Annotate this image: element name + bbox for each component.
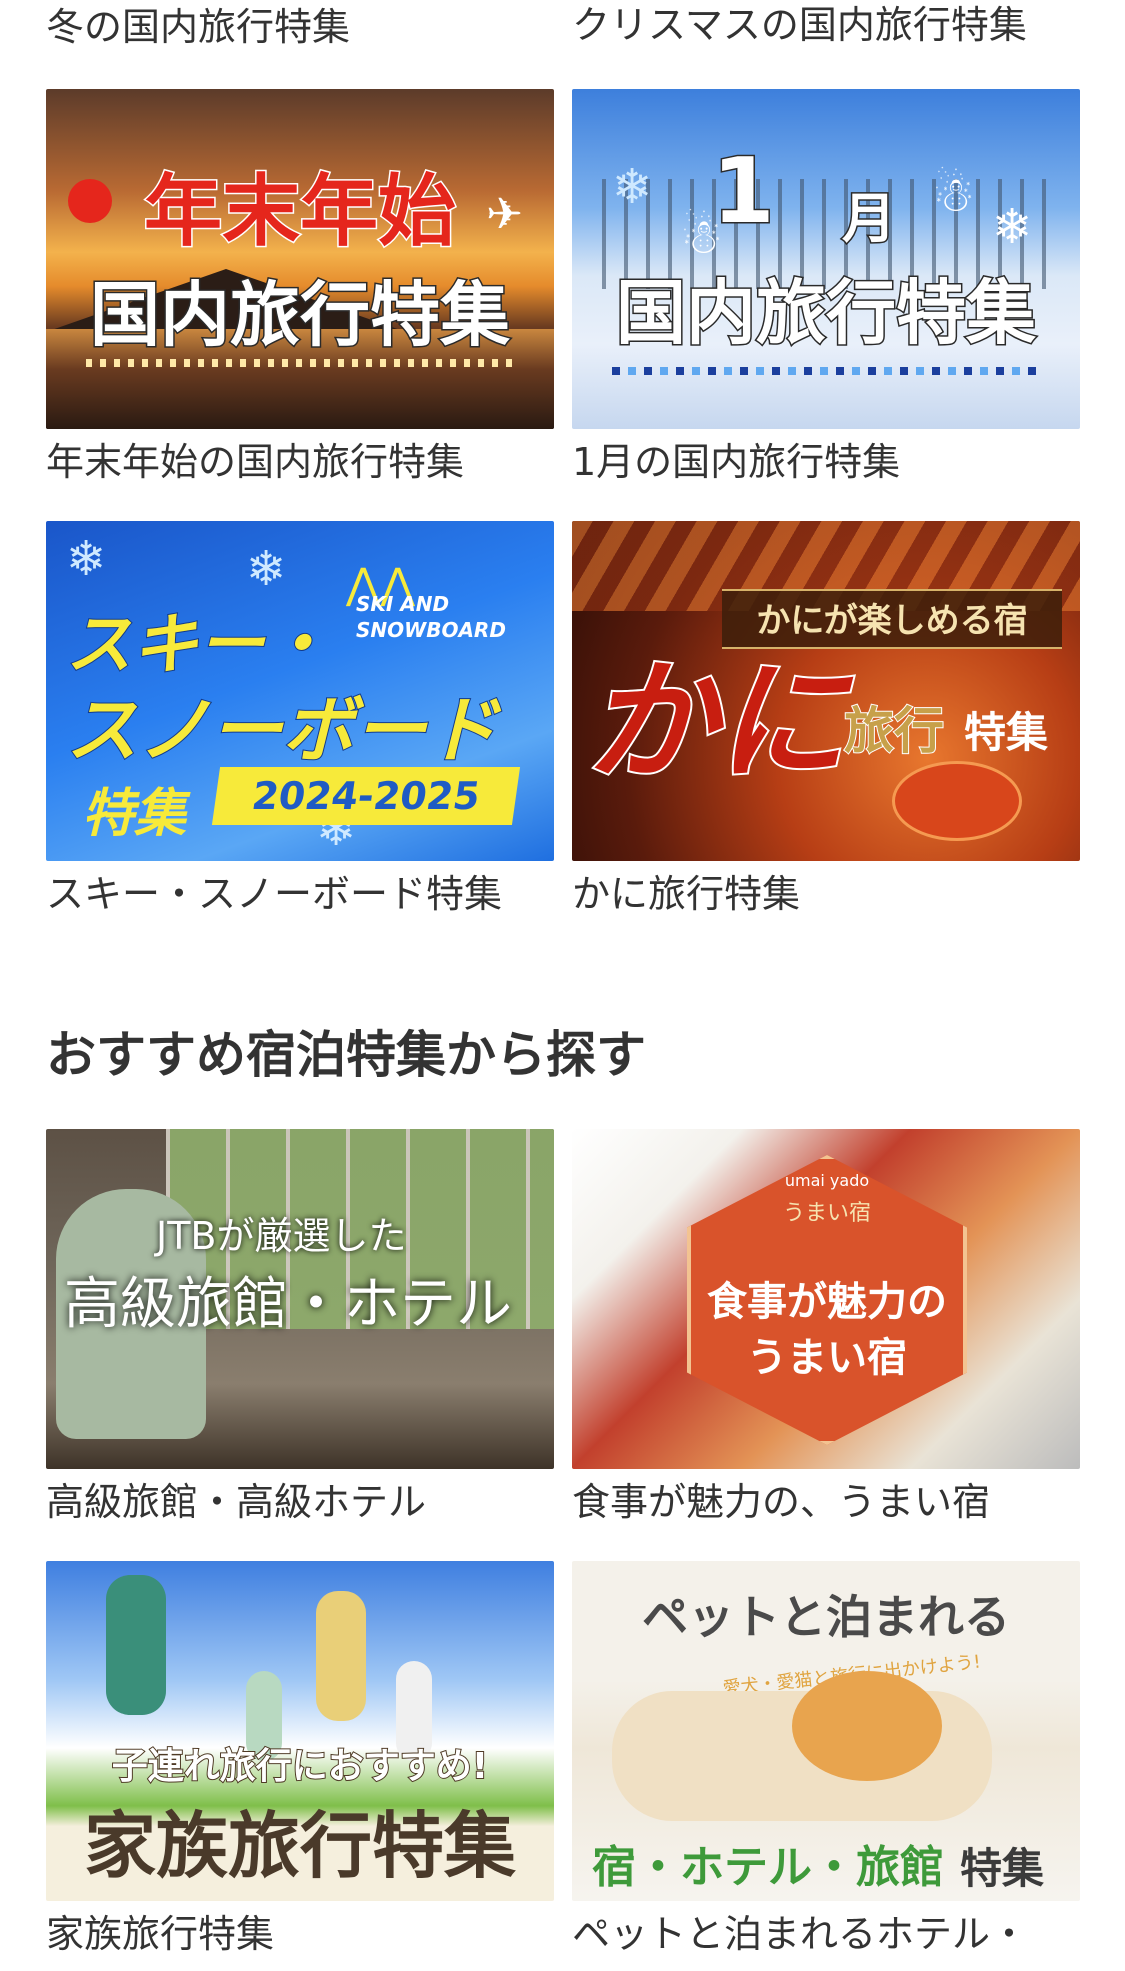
season-badge: 2024-2025 (211, 767, 521, 825)
banner-title-line1: 子連れ旅行におすすめ! (111, 1745, 489, 1788)
banner-title-line2: スノーボード (65, 687, 499, 773)
banner-january[interactable]: 1 月 国内旅行特集 ❄ ❄ ☃ ☃ (572, 89, 1080, 429)
plum-flower-icon (68, 179, 112, 223)
card-caption[interactable]: スキー・スノーボード特集 (46, 869, 502, 919)
banner-family-travel[interactable]: 子連れ旅行におすすめ! 家族旅行特集 (46, 1561, 554, 1901)
caption-winter-travel[interactable]: 冬の国内旅行特集 (46, 4, 350, 50)
banner-title-line1: 食事が魅力の (707, 1278, 947, 1325)
banner-luxury-ryokan[interactable]: JTBが厳選した 高級旅館・ホテル (46, 1129, 554, 1469)
banner-title-line2: 国内旅行特集 (89, 273, 512, 358)
card-caption[interactable]: ペットと泊まれるホテル・ (572, 1909, 1028, 1959)
banner-title-line2: 家族旅行特集 (83, 1804, 516, 1888)
card-family-travel[interactable]: 子連れ旅行におすすめ! 家族旅行特集 家族旅行特集 (46, 1561, 554, 1956)
banner-title-line2: 高級旅館・ホテル (64, 1272, 512, 1337)
banner-title-month-unit: 月 (841, 186, 898, 252)
banner-subtitle-suffix: 特集 (964, 708, 1049, 757)
card-new-year[interactable]: 年末年始 国内旅行特集 ✈ 年末年始の国内旅行特集 (46, 89, 554, 484)
card-january[interactable]: 1 月 国内旅行特集 ❄ ❄ ☃ ☃ 1月の国内旅行特集 (572, 89, 1080, 484)
banner-title-line2: 宿・ホテル・旅館 (592, 1842, 944, 1893)
snowman-icon: ☃ (680, 209, 724, 265)
banner-crab-travel[interactable]: かにが楽しめる宿 かに 旅行 特集 (572, 521, 1080, 861)
crab-icon (892, 761, 1022, 841)
banner-title-line2: うまい宿 (747, 1334, 907, 1381)
person-jumping (316, 1591, 366, 1721)
section-title: おすすめ宿泊特集から探す (46, 1026, 646, 1084)
caption-christmas-travel[interactable]: クリスマスの国内旅行特集 (572, 2, 1027, 48)
banner-pet-friendly[interactable]: ペットと泊まれる 愛犬・愛猫と旅行に出かけよう! 宿・ホテル・旅館 特集 (572, 1561, 1080, 1901)
snowflake-icon: ❄ (612, 159, 653, 215)
banner-subtitle: 旅行 (843, 701, 945, 761)
snowflake-icon: ❄ (992, 199, 1033, 255)
banner-title-line3: 特集 (82, 784, 187, 844)
card-caption[interactable]: 家族旅行特集 (46, 1909, 274, 1959)
banner-title-line1: 年末年始 (142, 166, 457, 259)
snowman-icon: ☃ (932, 167, 976, 223)
banner-title-line3: 特集 (960, 1844, 1045, 1893)
dotted-divider (86, 359, 514, 367)
banner-umai-yado[interactable]: umai yado うまい宿 食事が魅力の うまい宿 (572, 1129, 1080, 1469)
card-caption[interactable]: 食事が魅力の、うまい宿 (572, 1477, 990, 1527)
banner-english-title: SKI AND SNOWBOARD (356, 592, 506, 642)
crane-icon: ✈ (486, 189, 523, 240)
card-caption[interactable]: 高級旅館・高級ホテル (46, 1477, 426, 1527)
umai-yado-logo: うまい宿 (782, 1201, 871, 1226)
banner-title-line1: JTBが厳選した (156, 1214, 407, 1258)
banner-big-title: かに (584, 644, 848, 800)
card-ski-snowboard[interactable]: ❄ ❄ ❄ ❄ ⋀⋀ SKI AND SNOWBOARD スキー・ スノーボード… (46, 521, 554, 916)
banner-new-year[interactable]: 年末年始 国内旅行特集 ✈ (46, 89, 554, 429)
card-caption[interactable]: かに旅行特集 (572, 869, 800, 919)
card-umai-yado[interactable]: umai yado うまい宿 食事が魅力の うまい宿 食事が魅力の、うまい宿 (572, 1129, 1080, 1524)
snowflake-icon: ❄ (246, 541, 287, 597)
badge-small-text: umai yado (784, 1171, 870, 1190)
cat-image (792, 1671, 942, 1781)
card-caption[interactable]: 1月の国内旅行特集 (572, 437, 900, 487)
person-jumping (106, 1575, 166, 1715)
card-caption[interactable]: 年末年始の国内旅行特集 (46, 437, 464, 487)
banner-ski-snowboard[interactable]: ❄ ❄ ❄ ❄ ⋀⋀ SKI AND SNOWBOARD スキー・ スノーボード… (46, 521, 554, 861)
card-luxury-ryokan[interactable]: JTBが厳選した 高級旅館・ホテル 高級旅館・高級ホテル (46, 1129, 554, 1524)
card-crab-travel[interactable]: かにが楽しめる宿 かに 旅行 特集 かに旅行特集 (572, 521, 1080, 916)
card-pet-friendly[interactable]: ペットと泊まれる 愛犬・愛猫と旅行に出かけよう! 宿・ホテル・旅館 特集 ペット… (572, 1561, 1080, 1956)
snowflake-icon: ❄ (66, 531, 107, 587)
previous-row-captions: 冬の国内旅行特集 クリスマスの国内旅行特集 (0, 0, 1125, 60)
banner-title-line1: ペットと泊まれる (642, 1590, 1010, 1644)
banner-title-line2: 国内旅行特集 (615, 271, 1038, 356)
dotted-divider (612, 367, 1040, 375)
